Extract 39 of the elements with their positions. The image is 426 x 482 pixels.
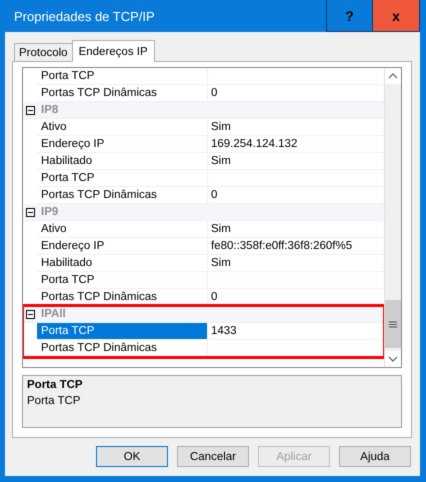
- scroll-thumb[interactable]: [385, 300, 401, 348]
- property-value[interactable]: Sim: [208, 221, 384, 238]
- close-button[interactable]: x: [373, 0, 420, 32]
- group-header: IP8: [41, 104, 58, 116]
- property-name[interactable]: Porta TCP: [37, 170, 208, 187]
- property-value[interactable]: Sim: [208, 119, 384, 136]
- property-name[interactable]: Porta TCP: [37, 68, 208, 85]
- collapse-icon[interactable]: [26, 106, 35, 114]
- window-title: Propriedades de TCP/IP: [13, 8, 156, 26]
- property-name[interactable]: Porta TCP: [37, 272, 208, 289]
- property-name[interactable]: Portas TCP Dinâmicas: [37, 340, 208, 357]
- property-value[interactable]: Sim: [208, 255, 384, 272]
- property-name[interactable]: Habilitado: [37, 153, 208, 170]
- description-title: Porta TCP: [27, 379, 84, 391]
- property-value[interactable]: fe80::358f:e0ff:36f8:260f%5: [208, 238, 384, 255]
- collapse-icon[interactable]: [26, 310, 35, 318]
- tab[interactable]: Protocolo: [14, 43, 73, 61]
- scroll-down-icon[interactable]: [385, 351, 401, 367]
- scrollbar[interactable]: [384, 68, 401, 367]
- dialog-button[interactable]: Cancelar: [177, 446, 249, 467]
- property-name[interactable]: Ativo: [37, 119, 208, 136]
- property-name[interactable]: Habilitado: [37, 255, 208, 272]
- property-name[interactable]: Endereço IP: [37, 238, 208, 255]
- group-header: IPAll: [41, 308, 66, 320]
- property-value[interactable]: 1433: [208, 323, 384, 340]
- property-name[interactable]: Ativo: [37, 221, 208, 238]
- help-button[interactable]: ?: [326, 0, 373, 32]
- group-header: IP9: [41, 206, 58, 218]
- dialog-button[interactable]: OK: [96, 446, 168, 467]
- collapse-icon[interactable]: [26, 208, 35, 216]
- property-name[interactable]: Porta TCP: [37, 323, 208, 340]
- description-text: Porta TCP: [27, 395, 82, 407]
- property-name[interactable]: Endereço IP: [37, 136, 208, 153]
- scroll-up-icon[interactable]: [385, 68, 401, 84]
- property-value[interactable]: 169.254.124.132: [208, 136, 384, 153]
- dialog-button[interactable]: Ajuda: [339, 446, 411, 467]
- property-value[interactable]: Sim: [208, 153, 384, 170]
- tab[interactable]: Endereços IP: [72, 40, 155, 62]
- property-name[interactable]: Portas TCP Dinâmicas: [37, 289, 208, 306]
